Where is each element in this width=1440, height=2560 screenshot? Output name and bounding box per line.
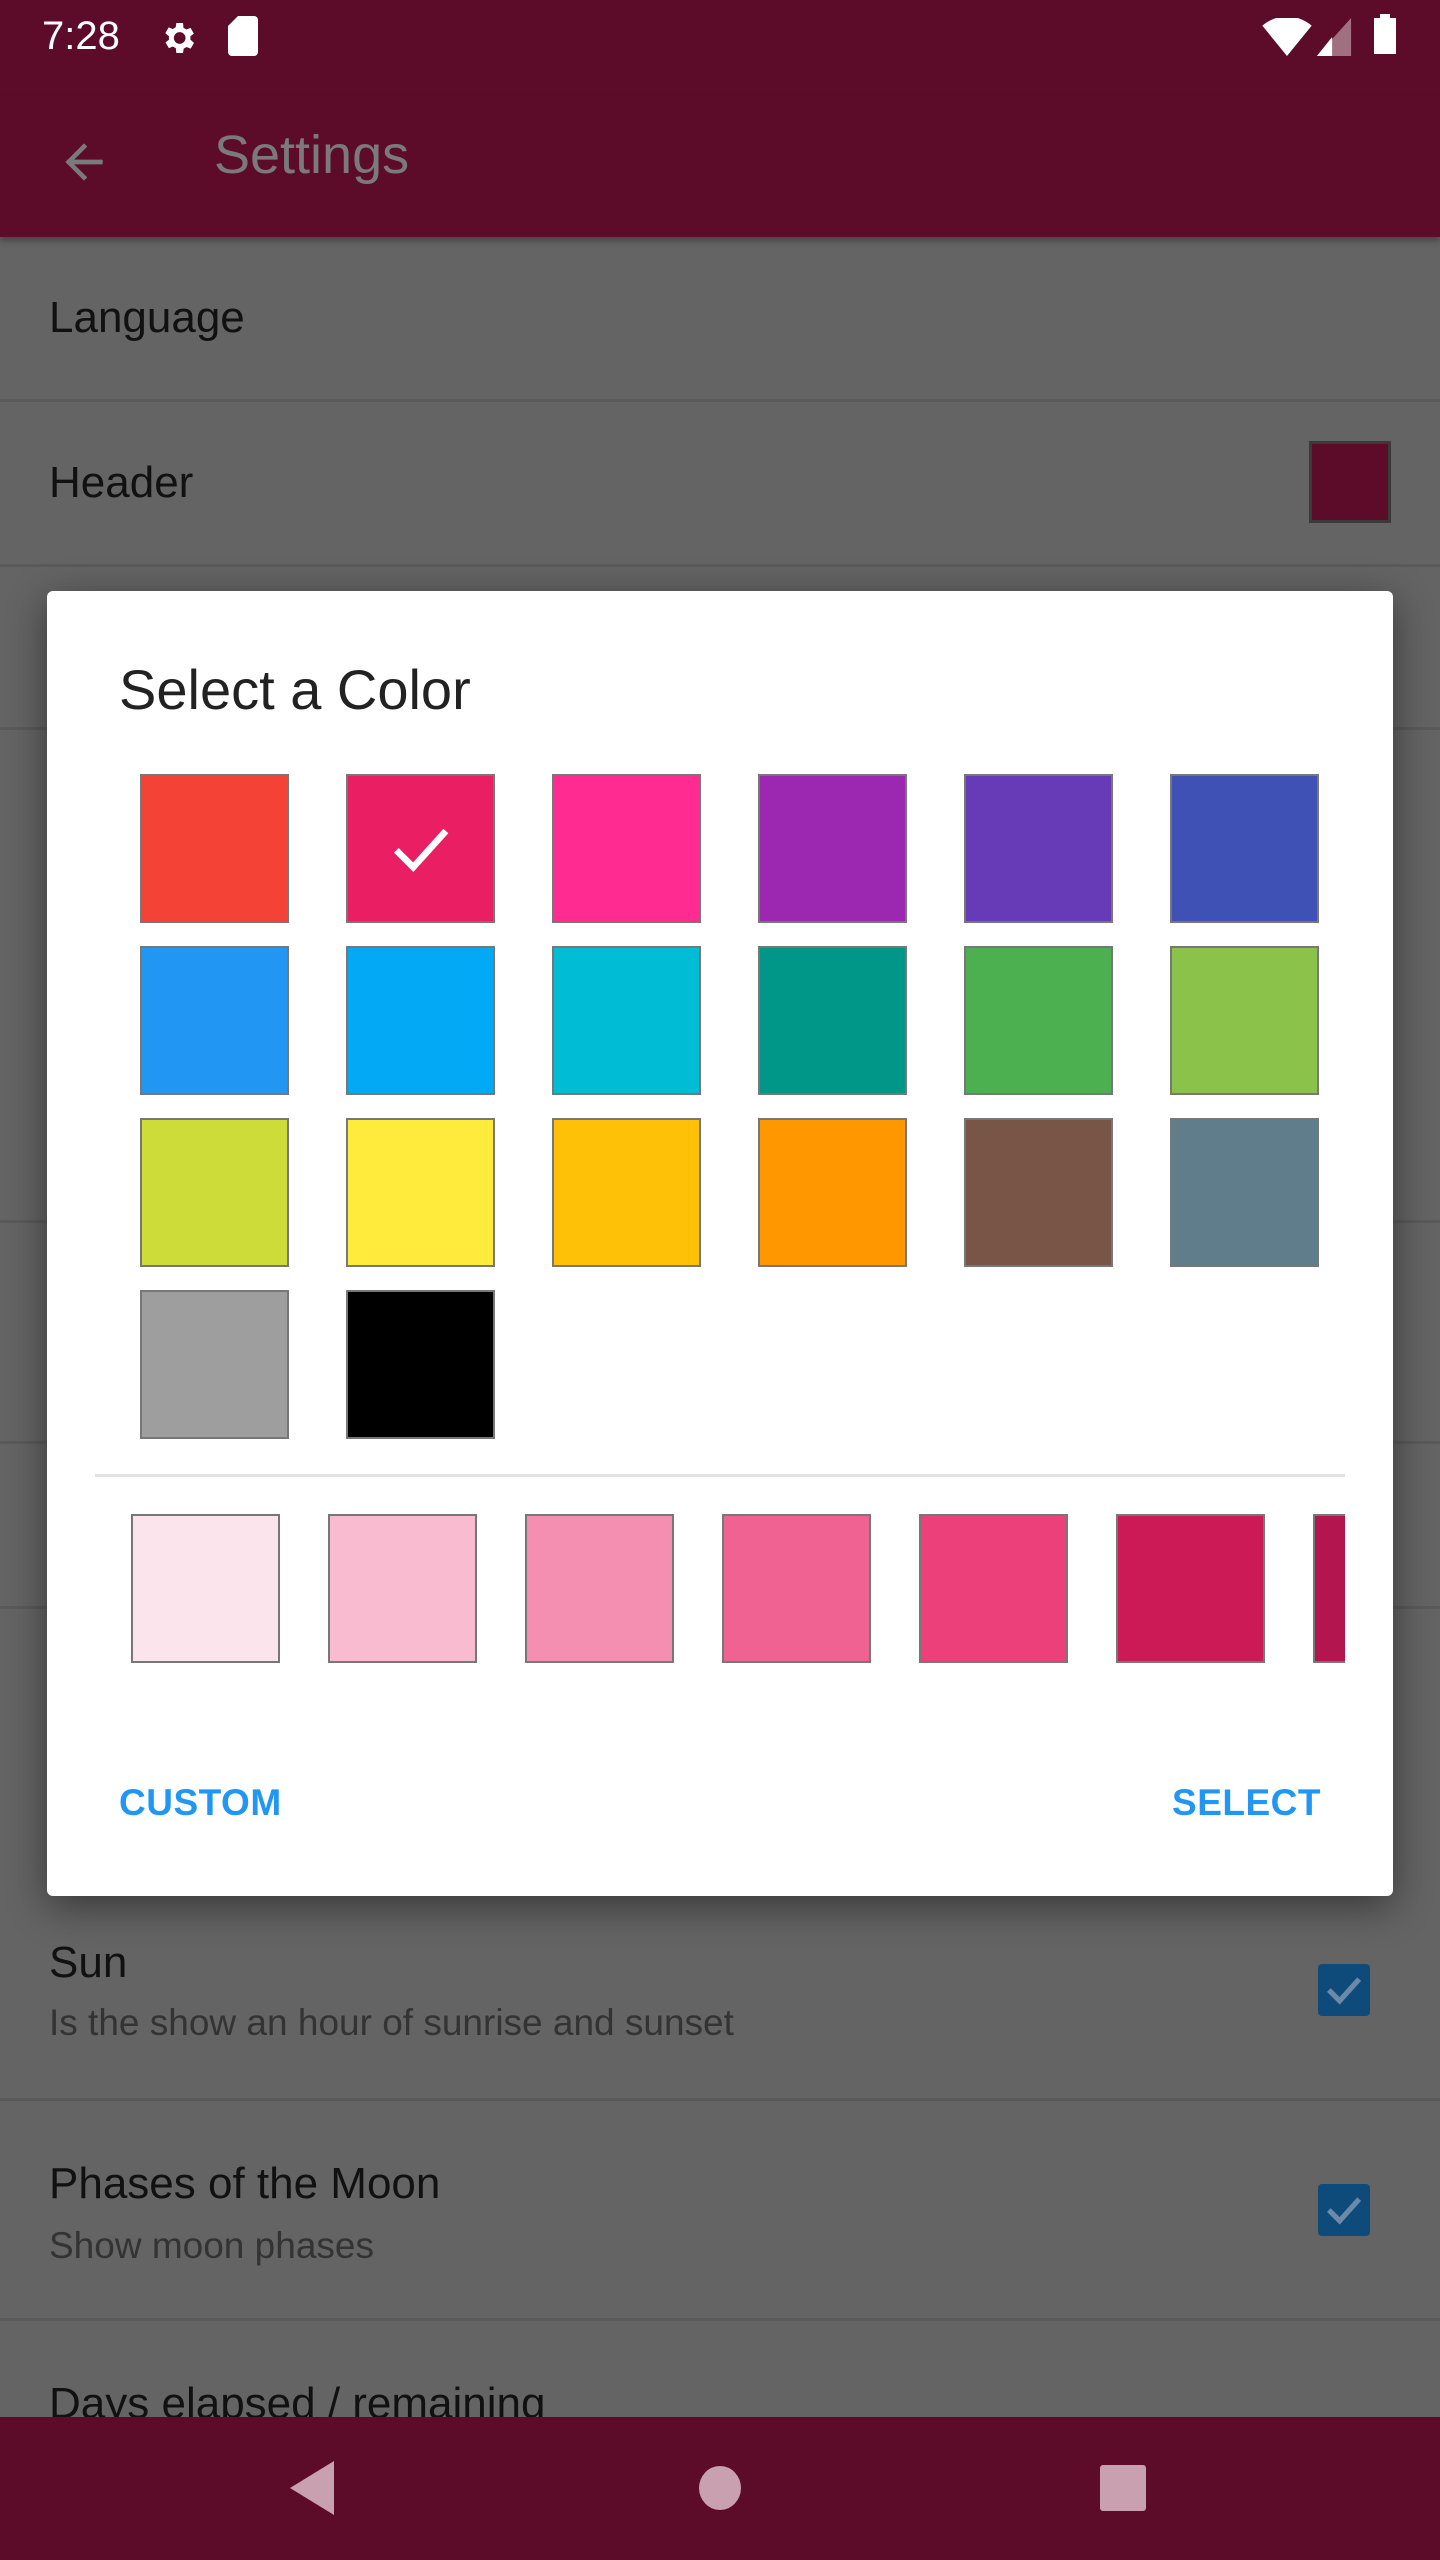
color-swatch[interactable] xyxy=(964,774,1113,923)
shade-row[interactable] xyxy=(47,1511,1345,1666)
shade-swatch[interactable] xyxy=(722,1514,871,1663)
setting-title: Phases of the Moon xyxy=(49,2159,441,2208)
color-swatch[interactable] xyxy=(140,946,289,1095)
shade-swatch[interactable] xyxy=(525,1514,674,1663)
color-swatch[interactable] xyxy=(1170,774,1319,923)
color-swatch[interactable] xyxy=(140,774,289,923)
setting-language[interactable]: Language xyxy=(0,237,1440,400)
setting-title: Language xyxy=(49,293,245,342)
gear-icon xyxy=(165,23,194,53)
dialog-title: Select a Color xyxy=(119,658,471,721)
setting-moon[interactable]: Phases of the Moon Show moon phases xyxy=(0,2101,1440,2319)
check-icon xyxy=(1326,1977,1362,2005)
shade-swatch[interactable] xyxy=(1116,1514,1265,1663)
status-time: 7:28 xyxy=(42,14,120,58)
status-bar: 7:28 xyxy=(0,0,1440,96)
custom-button[interactable]: CUSTOM xyxy=(119,1782,282,1824)
color-swatch[interactable] xyxy=(140,1118,289,1267)
setting-subtitle: Show moon phases xyxy=(49,2225,374,2266)
setting-title: Days elapsed / remaining xyxy=(49,2379,546,2417)
color-swatch[interactable] xyxy=(964,1118,1113,1267)
select-button[interactable]: SELECT xyxy=(1172,1782,1321,1824)
color-swatch[interactable] xyxy=(346,946,495,1095)
divider xyxy=(0,564,1440,567)
sun-checkbox[interactable] xyxy=(1318,1964,1370,2016)
setting-header[interactable]: Header xyxy=(0,402,1440,565)
color-swatch[interactable] xyxy=(758,774,907,923)
home-circle-icon[interactable] xyxy=(698,2465,742,2511)
setting-title: Sun xyxy=(49,1938,128,1987)
color-swatch[interactable] xyxy=(552,1118,701,1267)
shade-swatch[interactable] xyxy=(131,1514,280,1663)
wifi-icon xyxy=(1262,18,1312,56)
color-swatch[interactable] xyxy=(758,946,907,1095)
color-swatch[interactable] xyxy=(140,1290,289,1439)
arrow-left-icon[interactable] xyxy=(56,134,112,190)
battery-icon xyxy=(1374,14,1396,54)
back-triangle-icon[interactable] xyxy=(290,2459,336,2517)
color-swatch[interactable] xyxy=(346,774,495,923)
color-swatch[interactable] xyxy=(552,946,701,1095)
setting-days[interactable]: Days elapsed / remaining xyxy=(0,2321,1440,2417)
header-color-swatch[interactable] xyxy=(1309,441,1391,523)
color-swatch[interactable] xyxy=(758,1118,907,1267)
setting-sun[interactable]: Sun Is the show an hour of sunrise and s… xyxy=(0,1900,1440,2100)
recents-square-icon[interactable] xyxy=(1100,2465,1146,2511)
check-icon xyxy=(1326,2197,1362,2225)
sd-card-icon xyxy=(228,16,258,56)
color-picker-dialog: Select a Color CUSTOM SELECT xyxy=(47,591,1393,1896)
shade-swatch[interactable] xyxy=(328,1514,477,1663)
color-swatch[interactable] xyxy=(964,946,1113,1095)
divider xyxy=(95,1474,1345,1477)
color-swatch[interactable] xyxy=(552,774,701,923)
shade-swatch[interactable] xyxy=(919,1514,1068,1663)
moon-checkbox[interactable] xyxy=(1318,2184,1370,2236)
color-swatch[interactable] xyxy=(346,1290,495,1439)
signal-icon xyxy=(1316,18,1352,56)
page-title: Settings xyxy=(214,125,410,185)
color-swatch[interactable] xyxy=(1170,946,1319,1095)
setting-subtitle: Is the show an hour of sunrise and sunse… xyxy=(49,2002,734,2043)
setting-title: Header xyxy=(49,458,194,507)
shade-swatch[interactable] xyxy=(1313,1514,1345,1663)
check-icon xyxy=(393,828,449,873)
color-swatch[interactable] xyxy=(346,1118,495,1267)
color-swatch[interactable] xyxy=(1170,1118,1319,1267)
app-bar: Settings xyxy=(0,96,1440,237)
navigation-bar xyxy=(0,2417,1440,2560)
